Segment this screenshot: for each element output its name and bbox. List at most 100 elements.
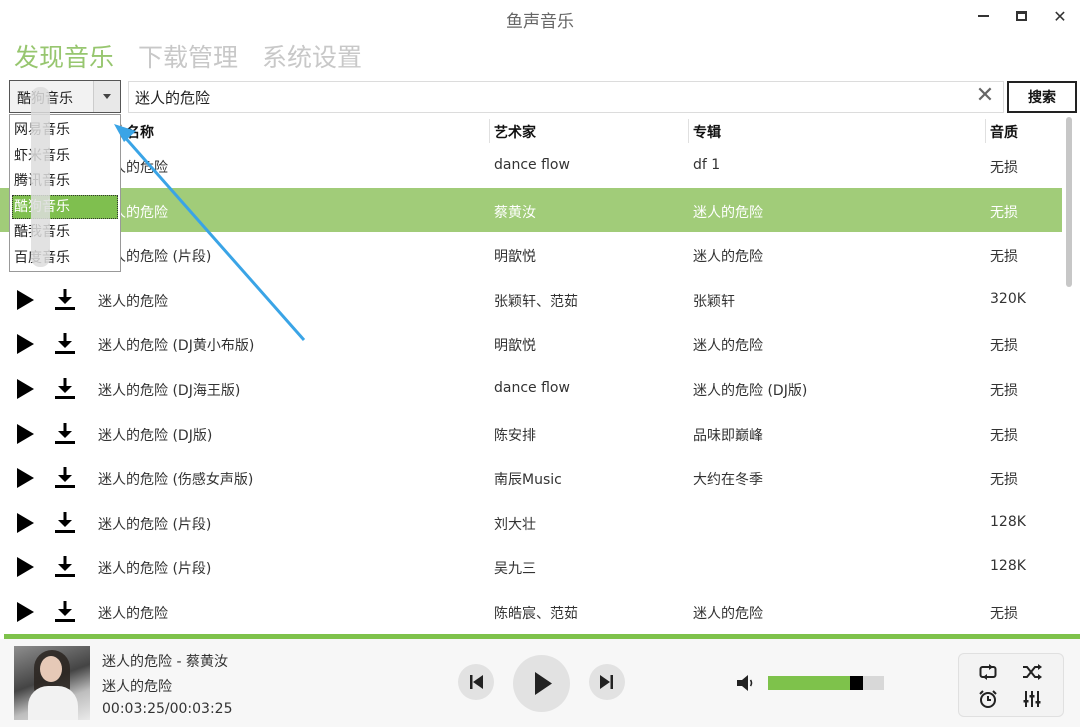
table-row-selected[interactable]: 迷人的危险 蔡黄汝 迷人的危险 无损	[0, 187, 1062, 233]
title-bar: 鱼声音乐 ✕	[0, 0, 1080, 36]
song-name: 迷人的危险 (DJ黄小布版)	[98, 338, 255, 355]
repeat-icon[interactable]	[978, 662, 998, 682]
tab-discover[interactable]: 发现音乐	[14, 40, 114, 76]
equalizer-icon[interactable]	[1022, 689, 1042, 709]
playback-mode-panel	[958, 653, 1064, 717]
table-row[interactable]: 迷人的危险 (片段) 刘大壮 128K	[0, 500, 1062, 545]
quality-badge: 无损	[990, 383, 1018, 399]
quality-badge: 无损	[990, 338, 1018, 355]
download-icon[interactable]	[54, 377, 76, 400]
header-artist[interactable]: 艺术家	[494, 122, 536, 142]
album-name: 迷人的危险 (DJ版)	[693, 383, 808, 399]
song-name: 迷人的危险	[98, 293, 168, 310]
download-icon[interactable]	[54, 600, 76, 623]
table-row[interactable]: 迷人的危险 (片段) 吴九三 128K	[0, 544, 1062, 589]
play-icon[interactable]	[17, 289, 34, 310]
download-icon[interactable]	[54, 466, 76, 489]
table-row[interactable]: 迷人的危险 (DJ版) 陈安排 品味即巅峰 无损	[0, 411, 1062, 456]
close-button[interactable]: ✕	[1049, 6, 1071, 28]
maximize-icon	[1015, 10, 1027, 21]
tab-settings[interactable]: 系统设置	[262, 40, 362, 76]
column-divider[interactable]	[688, 119, 689, 143]
play-icon	[535, 672, 552, 695]
now-playing-title: 迷人的危险 - 蔡黄汝	[102, 654, 228, 670]
table-row[interactable]: 迷人的危险 (DJ黄小布版) 明歆悦 迷人的危险 无损	[0, 321, 1062, 366]
artist-name: dance flow	[494, 157, 570, 173]
player-bar: 迷人的危险 - 蔡黄汝 迷人的危险 00:03:25/00:03:25	[0, 639, 1080, 727]
shuffle-icon[interactable]	[1022, 662, 1042, 682]
download-icon[interactable]	[54, 288, 76, 311]
song-name: 迷人的危险 (伤感女声版)	[98, 472, 254, 489]
volume-icon[interactable]	[736, 673, 756, 693]
table-row[interactable]: 迷人的危险 dance flow df 1 无损	[0, 143, 1062, 188]
artist-name: dance flow	[494, 380, 570, 396]
table-row[interactable]: 迷人的危险 张颖轩、范茹 张颖轩 320K	[0, 277, 1062, 322]
album-name: 迷人的危险	[693, 338, 763, 355]
play-icon[interactable]	[17, 423, 34, 444]
next-button[interactable]	[589, 664, 625, 700]
artist-name: 陈安排	[494, 427, 536, 444]
scrollbar-thumb[interactable]	[1066, 117, 1072, 287]
volume-thumb[interactable]	[850, 676, 863, 690]
artist-name: 南辰Music	[494, 472, 562, 489]
play-icon[interactable]	[17, 334, 34, 355]
next-icon	[600, 675, 613, 689]
tab-downloads[interactable]: 下载管理	[138, 40, 238, 76]
play-icon[interactable]	[17, 512, 34, 533]
header-quality[interactable]: 音质	[990, 122, 1018, 142]
album-art[interactable]	[14, 646, 90, 720]
table-row[interactable]: 迷人的危险 (片段) 明歆悦 迷人的危险 无损	[0, 232, 1062, 277]
artist-name: 张颖轩、范茹	[494, 293, 578, 310]
album-name: 迷人的危险	[693, 249, 763, 266]
search-button[interactable]: 搜索	[1007, 81, 1077, 113]
play-icon[interactable]	[17, 468, 34, 489]
main-tabs: 发现音乐 下载管理 系统设置	[14, 40, 362, 76]
quality-badge: 无损	[990, 606, 1018, 622]
minimize-icon	[977, 15, 989, 17]
quality-badge: 无损	[990, 472, 1018, 489]
previous-button[interactable]	[458, 664, 494, 700]
download-icon[interactable]	[54, 332, 76, 355]
download-icon[interactable]	[54, 422, 76, 445]
play-icon[interactable]	[17, 379, 34, 399]
artist-name: 明歆悦	[494, 338, 536, 355]
song-name: 迷人的危险 (片段)	[98, 561, 212, 578]
source-select[interactable]: 酷狗音乐	[9, 80, 121, 113]
maximize-button[interactable]	[1010, 6, 1032, 28]
song-name: 迷人的危险 (片段)	[98, 516, 212, 533]
alarm-icon[interactable]	[978, 689, 998, 709]
source-option-selected[interactable]: 酷狗音乐	[12, 194, 118, 219]
artist-name: 明歆悦	[494, 249, 536, 266]
download-icon[interactable]	[54, 555, 76, 578]
header-album[interactable]: 专辑	[693, 122, 721, 142]
now-playing-time: 00:03:25/00:03:25	[102, 701, 233, 717]
dropdown-scroll-grip[interactable]	[31, 87, 50, 267]
play-pause-button[interactable]	[513, 655, 570, 712]
column-divider[interactable]	[489, 119, 490, 143]
play-icon[interactable]	[17, 557, 34, 578]
search-input[interactable]	[128, 81, 1004, 113]
quality-badge: 320K	[990, 290, 1026, 307]
source-option[interactable]: 网易音乐	[12, 118, 118, 142]
table-row[interactable]: 迷人的危险 (DJ海王版) dance flow 迷人的危险 (DJ版) 无损	[0, 366, 1062, 411]
clear-search-icon[interactable]: ✕	[974, 85, 996, 107]
chevron-down-icon[interactable]	[93, 81, 120, 112]
source-option[interactable]: 虾米音乐	[12, 144, 118, 168]
song-name: 迷人的危险	[98, 606, 168, 622]
column-divider[interactable]	[985, 119, 986, 143]
artist-name: 吴九三	[494, 561, 536, 578]
quality-badge: 无损	[990, 204, 1018, 221]
download-icon[interactable]	[54, 511, 76, 534]
now-playing-album: 迷人的危险	[102, 679, 172, 695]
volume-slider[interactable]	[768, 676, 884, 690]
table-row[interactable]: 迷人的危险 (伤感女声版) 南辰Music 大约在冬季 无损	[0, 455, 1062, 500]
album-name: 大约在冬季	[693, 472, 763, 489]
source-option[interactable]: 百度音乐	[12, 246, 118, 270]
source-option[interactable]: 腾讯音乐	[12, 169, 118, 193]
play-icon[interactable]	[17, 602, 34, 622]
album-name: 品味即巅峰	[693, 427, 763, 444]
table-row[interactable]: 迷人的危险 陈皓宸、范茹 迷人的危险 无损	[0, 589, 1062, 633]
minimize-button[interactable]	[972, 6, 994, 28]
quality-badge: 128K	[990, 513, 1026, 530]
source-option[interactable]: 酷我音乐	[12, 220, 118, 244]
